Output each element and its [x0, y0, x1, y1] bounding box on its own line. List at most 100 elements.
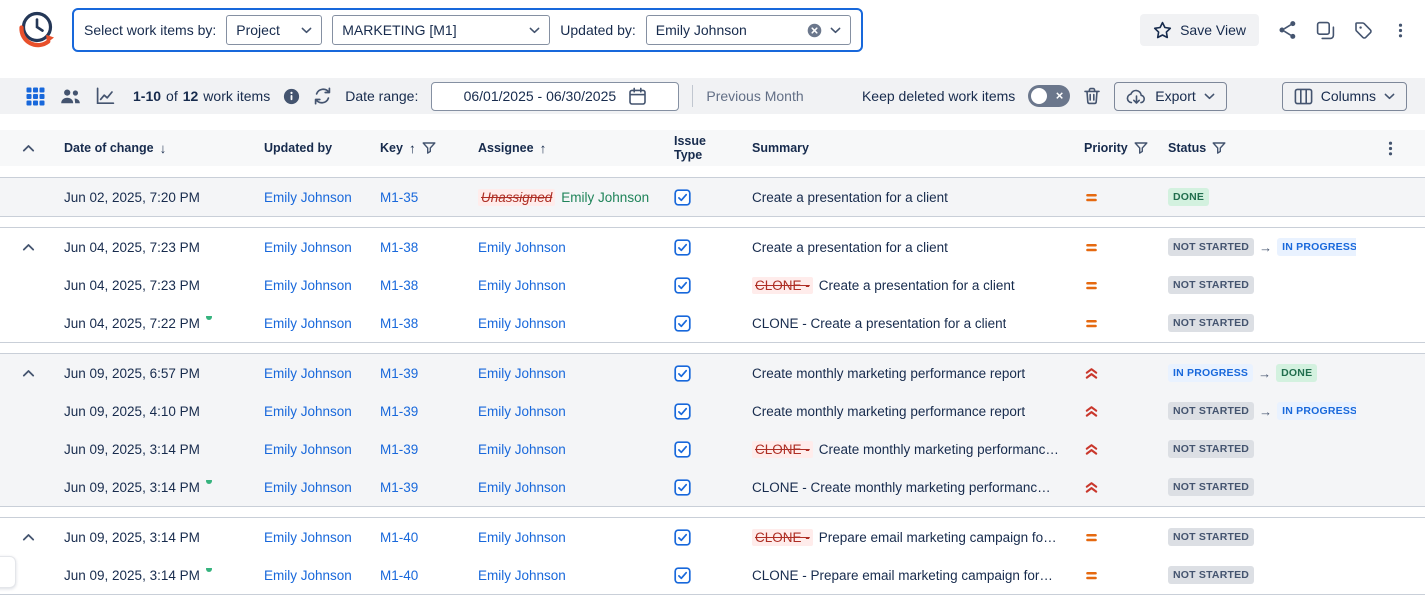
sort-asc-icon: ↑	[540, 141, 547, 156]
task-type-icon	[674, 239, 691, 256]
work-item-key-link[interactable]: M1-39	[380, 366, 418, 381]
column-header-assignee[interactable]: Assignee↑	[470, 141, 666, 156]
assignee-link[interactable]: Emily Johnson	[478, 442, 566, 457]
date-range-input[interactable]: 06/01/2025 - 06/30/2025	[431, 82, 679, 111]
work-item-group: Jun 09, 2025, 6:57 PMEmily JohnsonM1-39E…	[0, 353, 1425, 507]
more-options-button[interactable]	[1392, 22, 1409, 39]
previous-month-link[interactable]: Previous Month	[706, 88, 803, 104]
chevron-up-icon[interactable]	[22, 369, 35, 378]
corner-widget[interactable]	[0, 556, 16, 588]
updated-by-link[interactable]: Emily Johnson	[264, 278, 352, 293]
toolbar-actions: Keep deleted work items × Export Columns	[862, 82, 1407, 111]
clear-filter-icon[interactable]	[807, 23, 822, 38]
chevron-up-icon[interactable]	[22, 144, 35, 153]
transition-arrow-icon: →	[1259, 240, 1272, 255]
updated-by-link[interactable]: Emily Johnson	[264, 404, 352, 419]
share-button[interactable]	[1278, 20, 1297, 40]
updated-by-link[interactable]: Emily Johnson	[264, 366, 352, 381]
assignee-link[interactable]: Emily Johnson	[478, 278, 566, 293]
keep-deleted-toggle[interactable]: ×	[1028, 85, 1070, 107]
column-label: Priority	[1084, 141, 1128, 155]
users-view-button[interactable]	[60, 87, 81, 105]
table-row[interactable]: Jun 04, 2025, 7:22 PMEmily JohnsonM1-38E…	[0, 304, 1425, 342]
table-row[interactable]: Jun 04, 2025, 7:23 PMEmily JohnsonM1-38E…	[0, 228, 1425, 266]
priority-medium-icon	[1084, 278, 1099, 293]
table-row[interactable]: Jun 09, 2025, 4:10 PMEmily JohnsonM1-39E…	[0, 392, 1425, 430]
save-view-button[interactable]: Save View	[1140, 14, 1259, 46]
calendar-icon[interactable]	[628, 87, 647, 106]
toolbar: 1-10 of 12 work items Date range: 06/01/…	[0, 78, 1425, 114]
info-button[interactable]	[283, 88, 300, 105]
duplicate-view-button[interactable]	[1316, 21, 1335, 40]
work-item-key-link[interactable]: M1-38	[380, 240, 418, 255]
collapse-group-button[interactable]	[22, 243, 35, 252]
chevron-up-icon[interactable]	[22, 533, 35, 542]
summary-text: Create a presentation for a client	[752, 240, 948, 255]
collapse-group-button[interactable]	[22, 533, 35, 542]
column-header-updated-by[interactable]: Updated by	[256, 141, 372, 155]
table-row[interactable]: Jun 04, 2025, 7:23 PMEmily JohnsonM1-38E…	[0, 266, 1425, 304]
table-row[interactable]: Jun 02, 2025, 7:20 PMEmily JohnsonM1-35U…	[0, 178, 1425, 216]
filter-icon[interactable]	[1134, 142, 1148, 155]
work-item-key-link[interactable]: M1-38	[380, 316, 418, 331]
filter-by-dropdown[interactable]: Project	[226, 15, 322, 45]
updated-by-link[interactable]: Emily Johnson	[264, 442, 352, 457]
work-item-key-link[interactable]: M1-40	[380, 530, 418, 545]
refresh-icon	[313, 87, 332, 105]
table-row[interactable]: Jun 09, 2025, 3:14 PMEmily JohnsonM1-39E…	[0, 468, 1425, 506]
chevron-up-icon[interactable]	[22, 243, 35, 252]
collapse-group-button[interactable]	[22, 369, 35, 378]
work-item-group: Jun 09, 2025, 3:14 PMEmily JohnsonM1-40E…	[0, 517, 1425, 595]
assignee-link[interactable]: Emily Johnson	[478, 366, 566, 381]
table-view-button[interactable]	[26, 87, 45, 106]
assignee-link[interactable]: Emily Johnson	[478, 404, 566, 419]
work-item-key-link[interactable]: M1-40	[380, 568, 418, 583]
project-dropdown[interactable]: MARKETING [M1]	[332, 15, 550, 45]
assignee-link[interactable]: Emily Johnson	[478, 568, 566, 583]
sort-desc-icon: ↓	[160, 141, 167, 156]
app-logo[interactable]	[14, 7, 60, 53]
filter-icon[interactable]	[1212, 142, 1226, 155]
table-row[interactable]: Jun 09, 2025, 6:57 PMEmily JohnsonM1-39E…	[0, 354, 1425, 392]
filter-by-value: Project	[236, 22, 293, 38]
assignee-link[interactable]: Emily Johnson	[478, 240, 566, 255]
column-label: Status	[1168, 141, 1206, 155]
columns-icon	[1294, 88, 1313, 105]
refresh-button[interactable]	[313, 87, 332, 105]
columns-button[interactable]: Columns	[1282, 82, 1407, 111]
updated-by-link[interactable]: Emily Johnson	[264, 480, 352, 495]
work-item-key-link[interactable]: M1-39	[380, 442, 418, 457]
table-row[interactable]: Jun 09, 2025, 3:14 PMEmily JohnsonM1-40E…	[0, 518, 1425, 556]
chevron-down-icon	[830, 27, 841, 34]
tag-button[interactable]	[1354, 21, 1373, 40]
table-row[interactable]: Jun 09, 2025, 3:14 PMEmily JohnsonM1-39E…	[0, 430, 1425, 468]
updated-by-link[interactable]: Emily Johnson	[264, 190, 352, 205]
work-item-key-link[interactable]: M1-39	[380, 480, 418, 495]
export-button[interactable]: Export	[1114, 82, 1226, 111]
updated-by-dropdown[interactable]: Emily Johnson	[646, 15, 851, 45]
work-item-key-link[interactable]: M1-38	[380, 278, 418, 293]
issue-history-app: Select work items by: Project MARKETING …	[0, 0, 1425, 595]
column-header-key[interactable]: Key↑	[372, 141, 470, 156]
table-row[interactable]: Jun 09, 2025, 3:14 PMEmily JohnsonM1-40E…	[0, 556, 1425, 594]
chart-view-button[interactable]	[96, 87, 115, 105]
filter-icon[interactable]	[422, 142, 436, 155]
column-header-date-of-change[interactable]: Date of change↓	[56, 141, 256, 156]
column-header-issue-type[interactable]: Issue Type	[666, 134, 744, 162]
header-actions: Save View	[1140, 14, 1409, 46]
updated-by-link[interactable]: Emily Johnson	[264, 568, 352, 583]
assignee-link[interactable]: Emily Johnson	[478, 480, 566, 495]
updated-by-link[interactable]: Emily Johnson	[264, 316, 352, 331]
work-item-key-link[interactable]: M1-39	[380, 404, 418, 419]
assignee-link[interactable]: Emily Johnson	[478, 316, 566, 331]
work-item-key-link[interactable]: M1-35	[380, 190, 418, 205]
updated-by-link[interactable]: Emily Johnson	[264, 530, 352, 545]
column-header-status[interactable]: Status	[1160, 141, 1356, 155]
collapse-all-button[interactable]	[0, 144, 56, 153]
assignee-link[interactable]: Emily Johnson	[478, 530, 566, 545]
table-more-options-button[interactable]	[1356, 140, 1425, 157]
updated-by-link[interactable]: Emily Johnson	[264, 240, 352, 255]
delete-button[interactable]	[1083, 87, 1101, 105]
column-header-priority[interactable]: Priority	[1076, 141, 1160, 155]
column-header-summary[interactable]: Summary	[744, 141, 1076, 155]
